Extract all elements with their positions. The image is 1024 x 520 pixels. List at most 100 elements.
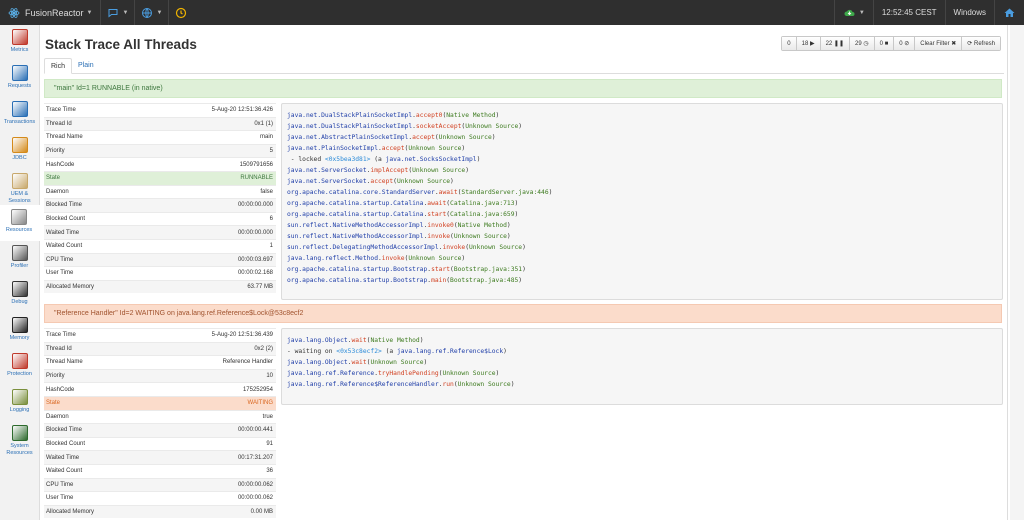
chevron-down-icon: ▼ bbox=[86, 9, 93, 16]
frame-class-link[interactable]: java.lang.Object bbox=[287, 337, 348, 344]
frame-class-link[interactable]: java.net.ServerSocket bbox=[287, 178, 367, 185]
info-key: State bbox=[46, 175, 61, 182]
clock-button[interactable] bbox=[168, 0, 193, 25]
frame-class-link[interactable]: org.apache.catalina.startup.Catalina bbox=[287, 211, 423, 218]
sidebar-item-metrics[interactable]: Metrics bbox=[0, 25, 39, 61]
info-key: CPU Time bbox=[46, 481, 74, 488]
info-row: HashCode 175252954 bbox=[44, 382, 276, 396]
info-row: Thread Id 0x2 (2) bbox=[44, 341, 276, 356]
frame-source: Unknown Source bbox=[453, 233, 507, 240]
sidebar-item-profiler[interactable]: Profiler bbox=[0, 241, 39, 277]
frame-class-link[interactable]: java.net.ServerSocket bbox=[287, 167, 367, 174]
waiting-filter-button[interactable]: 22 ❚❚ bbox=[820, 37, 850, 50]
frame-class-link[interactable]: java.net.AbstractPlainSocketImpl bbox=[287, 134, 408, 141]
info-key: Waited Time bbox=[46, 229, 80, 236]
home-icon bbox=[1004, 8, 1015, 17]
tab-rich[interactable]: Rich bbox=[44, 58, 73, 74]
info-key: Priority bbox=[46, 373, 65, 380]
frame-class-link[interactable]: sun.reflect.NativeMethodAccessorImpl bbox=[287, 233, 423, 240]
frame-method: invoke bbox=[381, 255, 405, 262]
sidebar-item-uem-sessions[interactable]: UEM & Sessions bbox=[0, 169, 39, 205]
chat-icon bbox=[108, 8, 118, 18]
info-key: Trace Time bbox=[46, 332, 76, 339]
frame-class-link[interactable]: java.net.DualStackPlainSocketImpl bbox=[287, 123, 412, 130]
sidebar-item-label: Transactions bbox=[3, 119, 36, 125]
clear-filter-button[interactable]: Clear Filter ✖ bbox=[915, 37, 963, 50]
uem-icon bbox=[11, 173, 28, 189]
frame-class-link[interactable]: java.lang.ref.Reference bbox=[287, 370, 374, 377]
globe-menu-button[interactable]: ▼ bbox=[134, 0, 168, 25]
stack-frame: java.net.ServerSocket.accept(Unknown Sou… bbox=[287, 178, 454, 185]
frame-class-link[interactable]: java.lang.Object bbox=[287, 359, 348, 366]
frame-class-link[interactable]: sun.reflect.NativeMethodAccessorImpl bbox=[287, 222, 423, 229]
info-row: Trace Time 5-Aug-20 12:51:36.439 bbox=[44, 328, 276, 342]
page-scrollbar[interactable] bbox=[1010, 25, 1024, 520]
frame-source: Native Method bbox=[446, 112, 496, 119]
main-content: Stack Trace All Threads 0 18 ▶ 22 ❚❚ 29 ◷ 0 … bbox=[40, 25, 1008, 520]
sidebar-item-protection[interactable]: Protection bbox=[0, 349, 39, 385]
frame-source: Unknown Source bbox=[408, 145, 462, 152]
page-title: Stack Trace All Threads bbox=[45, 37, 197, 52]
sidebar-item-debug[interactable]: Debug bbox=[0, 277, 39, 313]
sidebar-item-logging[interactable]: Logging bbox=[0, 385, 39, 421]
sidebar-item-transactions[interactable]: Transactions bbox=[0, 97, 39, 133]
info-row: Priority 10 bbox=[44, 368, 276, 383]
blocked-filter-button[interactable]: 0 bbox=[782, 37, 797, 50]
lock-class-link[interactable]: java.lang.ref.Reference$Lock bbox=[397, 348, 503, 355]
info-value: false bbox=[260, 188, 273, 195]
brand-menu[interactable]: FusionReactor ▼ bbox=[0, 0, 100, 25]
lock-address-link[interactable]: <0x5bea3d81> bbox=[325, 156, 371, 163]
info-value: 0x1 (1) bbox=[254, 120, 273, 127]
info-key: Waited Count bbox=[46, 243, 83, 250]
clock-icon bbox=[176, 7, 187, 18]
refresh-filter-button[interactable]: ⟳ Refresh bbox=[962, 37, 1000, 50]
frame-class-link[interactable]: org.apache.catalina.startup.Catalina bbox=[287, 200, 423, 207]
lock-class-link[interactable]: java.net.SocksSocketImpl bbox=[386, 156, 477, 163]
frame-source: Unknown Source bbox=[408, 255, 462, 262]
frame-method: wait bbox=[351, 337, 367, 344]
sidebar-item-label: JDBC bbox=[12, 155, 27, 161]
sidebar-item-resources[interactable]: Resources bbox=[0, 205, 40, 241]
tab-plain[interactable]: Plain bbox=[72, 58, 100, 74]
info-key: Allocated Memory bbox=[46, 284, 95, 291]
info-row: User Time 00:00:00.062 bbox=[44, 491, 276, 505]
frame-class-link[interactable]: java.lang.ref.Reference$ReferenceHandler bbox=[287, 381, 439, 388]
frame-method: invoke bbox=[427, 233, 451, 240]
info-key: HashCode bbox=[46, 386, 75, 393]
frame-class-link[interactable]: org.apache.catalina.startup.Bootstrap bbox=[287, 277, 427, 284]
timed-waiting-filter-button[interactable]: 29 ◷ bbox=[850, 37, 875, 50]
cloud-status-button[interactable]: ▼ bbox=[833, 0, 873, 25]
new-filter-button[interactable]: 0 ⊘ bbox=[894, 37, 916, 50]
chat-menu-button[interactable]: ▼ bbox=[100, 0, 134, 25]
frame-method: socketAccept bbox=[415, 123, 462, 130]
frame-class-link[interactable]: java.lang.reflect.Method bbox=[287, 255, 378, 262]
info-key: Trace Time bbox=[46, 107, 76, 114]
frame-method: accept bbox=[370, 178, 394, 185]
sidebar-item-requests[interactable]: Requests bbox=[0, 61, 39, 97]
sidebar-item-system-resources[interactable]: System Resources bbox=[0, 421, 39, 457]
sidebar-item-jdbc[interactable]: JDBC bbox=[0, 133, 39, 169]
sidebar-item-label: UEM & Sessions bbox=[8, 191, 31, 204]
sidebar-item-memory[interactable]: Memory bbox=[0, 313, 39, 349]
frame-class-link[interactable]: sun.reflect.DelegatingMethodAccessorImpl bbox=[287, 244, 439, 251]
info-value: 0x2 (2) bbox=[254, 345, 273, 352]
frame-class-link[interactable]: java.net.DualStackPlainSocketImpl bbox=[287, 112, 412, 119]
frame-method: await bbox=[438, 189, 458, 196]
frame-class-link[interactable]: org.apache.catalina.startup.Bootstrap bbox=[287, 266, 427, 273]
info-value: 00:00:02.168 bbox=[237, 270, 273, 277]
info-value: 5-Aug-20 12:51:36.426 bbox=[211, 107, 273, 114]
info-key: Thread Id bbox=[46, 345, 72, 352]
terminated-filter-button[interactable]: 0 ■ bbox=[874, 37, 895, 50]
info-row: Blocked Count 6 bbox=[44, 211, 276, 226]
frame-class-link[interactable]: java.net.PlainSocketImpl bbox=[287, 145, 378, 152]
frame-source: Unknown Source bbox=[469, 244, 523, 251]
lock-address-link[interactable]: <0x53c8ecf2> bbox=[336, 348, 382, 355]
frame-class-link[interactable]: org.apache.catalina.core.StandardServer bbox=[287, 189, 435, 196]
info-value: 00:00:00.000 bbox=[237, 202, 273, 209]
home-button[interactable] bbox=[994, 0, 1024, 25]
frame-method: tryHandlePending bbox=[378, 370, 439, 377]
running-filter-button[interactable]: 18 ▶ bbox=[796, 37, 821, 50]
info-row: Allocated Memory 63.77 MB bbox=[44, 279, 276, 294]
frame-method: start bbox=[427, 211, 447, 218]
info-key: Allocated Memory bbox=[46, 509, 95, 516]
